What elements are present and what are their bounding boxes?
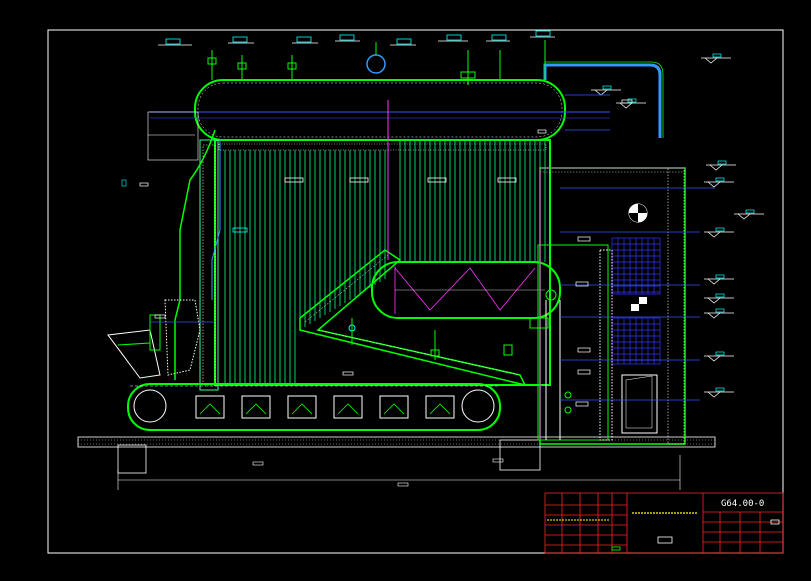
fan-icon (631, 297, 647, 311)
section-cut-icon (628, 203, 648, 223)
top-instrument-labels (158, 30, 555, 46)
boiler-cad-drawing: G64.00-0 (47, 29, 784, 554)
chain-grate-stoker (127, 383, 501, 431)
drawing-frame (47, 29, 784, 554)
coal-hopper (107, 299, 201, 379)
steam-outlet-pipe (543, 63, 662, 138)
tube-bank-right (399, 140, 546, 262)
grate-air-boxes (195, 395, 455, 419)
left-dimension-lines (121, 111, 199, 187)
flue-duct (539, 167, 686, 445)
level-marker-icon (591, 53, 764, 398)
tube-bank (224, 150, 386, 385)
lower-drum (371, 261, 561, 319)
steam-drum (150, 79, 610, 141)
ground-line (77, 436, 716, 490)
left-water-wall (174, 129, 221, 391)
magenta-pipes (387, 100, 541, 440)
drawing-number: G64.00-0 (721, 499, 764, 509)
valve-icon (207, 40, 546, 85)
